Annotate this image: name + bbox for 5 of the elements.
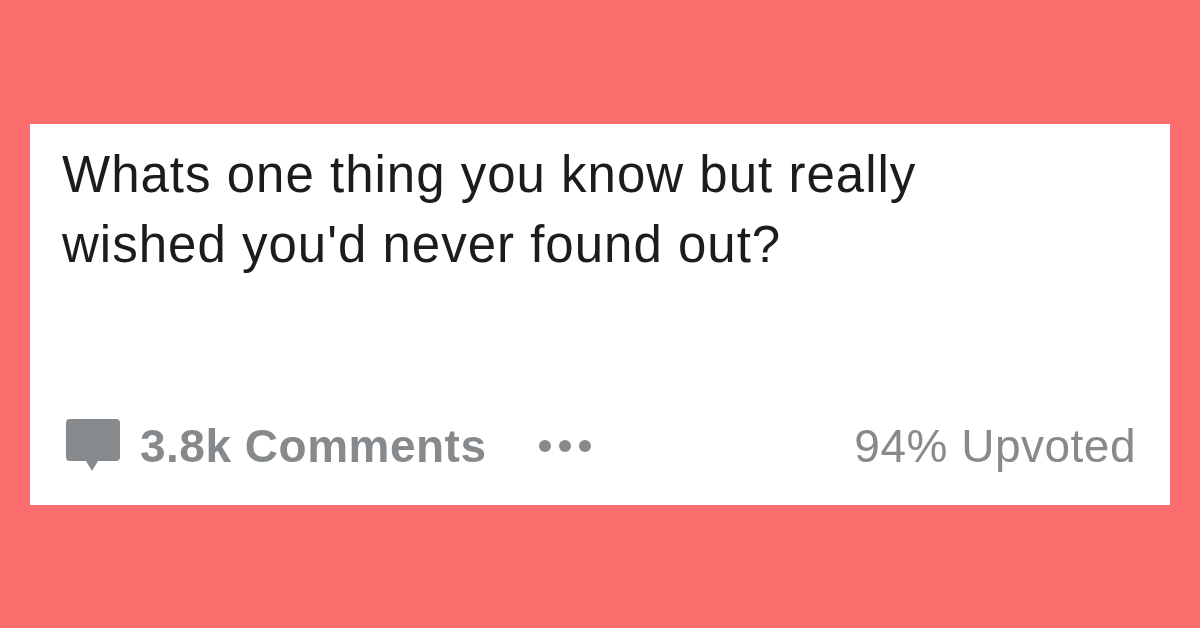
speech-bubble-icon	[66, 418, 120, 473]
more-dots-icon	[538, 438, 591, 453]
upvote-percentage: 94% Upvoted	[854, 418, 1136, 473]
post-title: Whats one thing you know but really wished you'd never found out?	[62, 144, 918, 275]
comments-button[interactable]: 3.8k Comments	[62, 418, 487, 473]
